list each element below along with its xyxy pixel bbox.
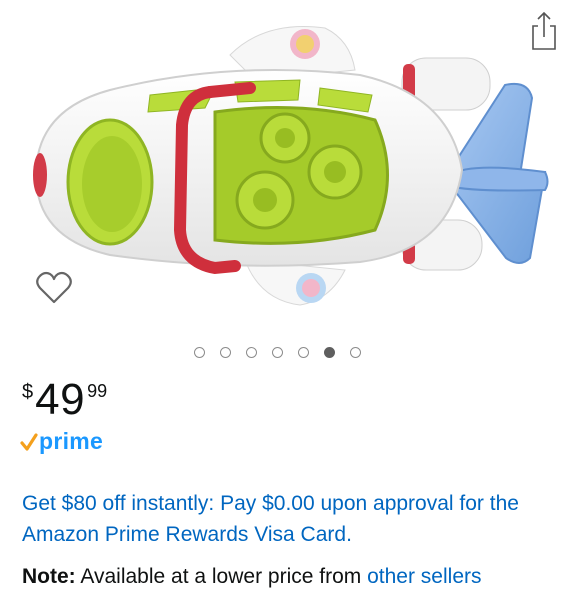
prime-label: prime <box>39 428 104 454</box>
heart-outline-icon <box>36 271 72 304</box>
carousel-dot-6[interactable] <box>324 347 335 358</box>
carousel-dot-7[interactable] <box>350 347 361 358</box>
price-currency-symbol: $ <box>22 381 34 403</box>
toy-airplane-image <box>33 26 549 306</box>
prime-check-icon <box>20 432 38 451</box>
product-image[interactable] <box>0 0 580 330</box>
carousel-dot-3[interactable] <box>246 347 257 358</box>
carousel-dot-4[interactable] <box>272 347 283 358</box>
note-text: Available at a lower price from <box>80 565 368 588</box>
carousel-dot-1[interactable] <box>194 347 205 358</box>
prime-badge: prime <box>20 428 103 455</box>
carousel-dot-5[interactable] <box>298 347 309 358</box>
other-sellers-link[interactable]: other sellers <box>367 565 481 588</box>
carousel-dot-2[interactable] <box>220 347 231 358</box>
note-label: Note: <box>22 565 76 588</box>
share-button[interactable] <box>528 10 560 52</box>
lower-price-note: Note: Available at a lower price from ot… <box>22 562 482 592</box>
image-carousel-dots <box>194 347 361 358</box>
wishlist-button[interactable] <box>34 268 74 308</box>
share-icon <box>532 11 556 50</box>
price-fraction: 99 <box>87 381 108 401</box>
price: $ 49 99 <box>22 376 107 424</box>
price-whole: 49 <box>35 375 86 424</box>
prime-visa-promo-link[interactable]: Get $80 off instantly: Pay $0.00 upon ap… <box>22 488 562 550</box>
